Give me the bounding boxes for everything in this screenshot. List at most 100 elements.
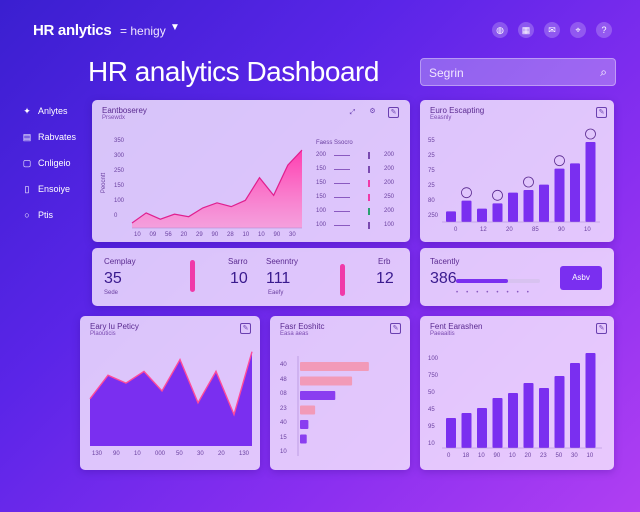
bar [554, 168, 565, 222]
sidebar-item-label: Anlytes [38, 106, 68, 116]
legend-header: Ssocro [334, 140, 353, 146]
bar [554, 376, 565, 448]
chevron-down-icon[interactable]: ▼ [170, 22, 180, 33]
bar [570, 363, 580, 448]
legend-marker [368, 152, 370, 159]
kpi-label: Cemplay [104, 257, 136, 266]
progress-fill [456, 279, 508, 283]
bar [523, 383, 534, 448]
sidebar-item-label: Cnligeio [38, 158, 71, 168]
legend-row-label: 150 [316, 194, 327, 200]
circle-icon: ○ [24, 210, 30, 220]
kpi-label: Erb [378, 257, 391, 266]
bar-marker [554, 155, 565, 167]
kpi-card-employees: Cemplay 35 Sede Sarro 10 Seenntry 111 Ea… [92, 248, 410, 306]
brand-name[interactable]: HR anlytics [33, 22, 112, 39]
bar-marker [492, 189, 503, 201]
legend-marker [368, 180, 370, 187]
legend-row-value: 200 [384, 152, 395, 158]
bar [539, 388, 549, 448]
search-box[interactable]: ⌕ [420, 58, 616, 86]
bar [539, 184, 549, 222]
area-chart [89, 351, 253, 446]
bar [446, 418, 456, 448]
bar [461, 200, 472, 222]
search-input[interactable] [429, 64, 589, 82]
legend-line [334, 155, 350, 156]
legend-line [334, 183, 350, 184]
action-button-label: Asbv [572, 273, 590, 282]
chart-icon: ▤ [22, 132, 32, 142]
legend-row-label: 100 [316, 208, 327, 214]
legend-row-label: 200 [316, 152, 327, 158]
bar-chart [442, 128, 600, 223]
kpi-label: Seenntry [266, 257, 299, 266]
sidebar-item-rabvates[interactable]: ▤ Rabvates [22, 130, 84, 144]
legend-row-value: 200 [384, 180, 395, 186]
legend-row-label: 150 [316, 180, 327, 186]
legend-row-value: 100 [384, 222, 395, 228]
search-icon[interactable]: ⌕ [600, 65, 607, 80]
sidebar-item-label: Ensoiye [38, 184, 71, 194]
workspace-selector[interactable]: = henigy [120, 24, 166, 38]
file-icon: ▯ [24, 184, 30, 194]
bar [446, 211, 456, 222]
hbar-chart-card: Fasr Eoshitc Easa aeas ✎ 40 48 08 23 40 15 10 [270, 316, 410, 470]
legend-header: Faess [316, 140, 333, 146]
bar [477, 208, 487, 222]
hbar [300, 376, 353, 386]
sidebar-item-cnligeio[interactable]: ▢ Cnligeio [22, 156, 84, 170]
legend-row-value: 200 [384, 208, 395, 214]
bar-marker [585, 128, 596, 140]
area-chart-card-bottom: Eary lu Peticy Plaouticis ✎ 130 90 10 000 50… [80, 316, 260, 470]
grid-icon[interactable]: ▦ [518, 22, 534, 38]
legend-row-label: 150 [316, 166, 327, 172]
page-title: HR analytics Dashboard [88, 56, 379, 87]
doc-icon: ▢ [22, 158, 32, 168]
legend-line [334, 197, 350, 198]
bar-chart [442, 353, 602, 449]
kpi-value: 12 [376, 270, 394, 287]
sidebar-item-analytes[interactable]: ✦ Anlytes [22, 104, 84, 118]
legend-line [334, 169, 350, 170]
sidebar-item-ptis[interactable]: ○ Ptis [22, 208, 84, 222]
kpi-value: 35 [104, 270, 122, 287]
bar-marker [523, 176, 534, 188]
legend-marker [368, 166, 370, 173]
sidebar-item-ensoiye[interactable]: ▯ Ensoiye [22, 182, 84, 196]
pin-icon[interactable]: ⌖ [570, 22, 586, 38]
sidebar-item-label: Rabvates [38, 132, 77, 142]
kpi-card-turnover: Tacently 386 •••••••• Asbv [420, 248, 614, 306]
bar [508, 393, 518, 448]
legend-marker [368, 208, 370, 215]
area-chart [131, 149, 303, 229]
legend-marker [368, 222, 370, 229]
hbar [300, 420, 309, 429]
bar [492, 203, 503, 222]
bar [585, 142, 596, 222]
legend-row-value: 200 [384, 166, 395, 172]
sidebar: ✦ Anlytes ▤ Rabvates ▢ Cnligeio ▯ Ensoiy… [22, 104, 84, 234]
kpi-indicator [340, 264, 345, 296]
progress-dots: •••••••• [456, 290, 537, 296]
legend-line [334, 225, 350, 226]
bar [523, 190, 534, 222]
kpi-label: Sarro [228, 257, 248, 266]
help-icon[interactable]: ? [596, 22, 612, 38]
bar-chart-card-top: Euro Escapting Eeasnly ✎ 55 25 75 25 80 250 0… [420, 100, 614, 242]
globe-icon[interactable]: ◍ [492, 22, 508, 38]
bar [508, 192, 518, 222]
kpi-value: 10 [230, 270, 248, 287]
top-icons: ◍ ▦ ✉ ⌖ ? [492, 22, 612, 38]
bird-icon: ✦ [23, 106, 31, 116]
bar-chart-card-bottom: Fent Earashen Paeaaitis ✎ 100 750 50 45 95 10… [420, 316, 614, 470]
hbar [300, 362, 369, 371]
kpi-value: 386 [430, 270, 457, 287]
kpi-value: 111 [266, 270, 291, 287]
legend-row-value: 250 [384, 194, 395, 200]
kpi-sublabel: Eaefy [268, 290, 284, 296]
hbar [300, 391, 336, 400]
mail-icon[interactable]: ✉ [544, 22, 560, 38]
bar-marker [461, 187, 472, 199]
action-button[interactable]: Asbv [560, 266, 602, 290]
